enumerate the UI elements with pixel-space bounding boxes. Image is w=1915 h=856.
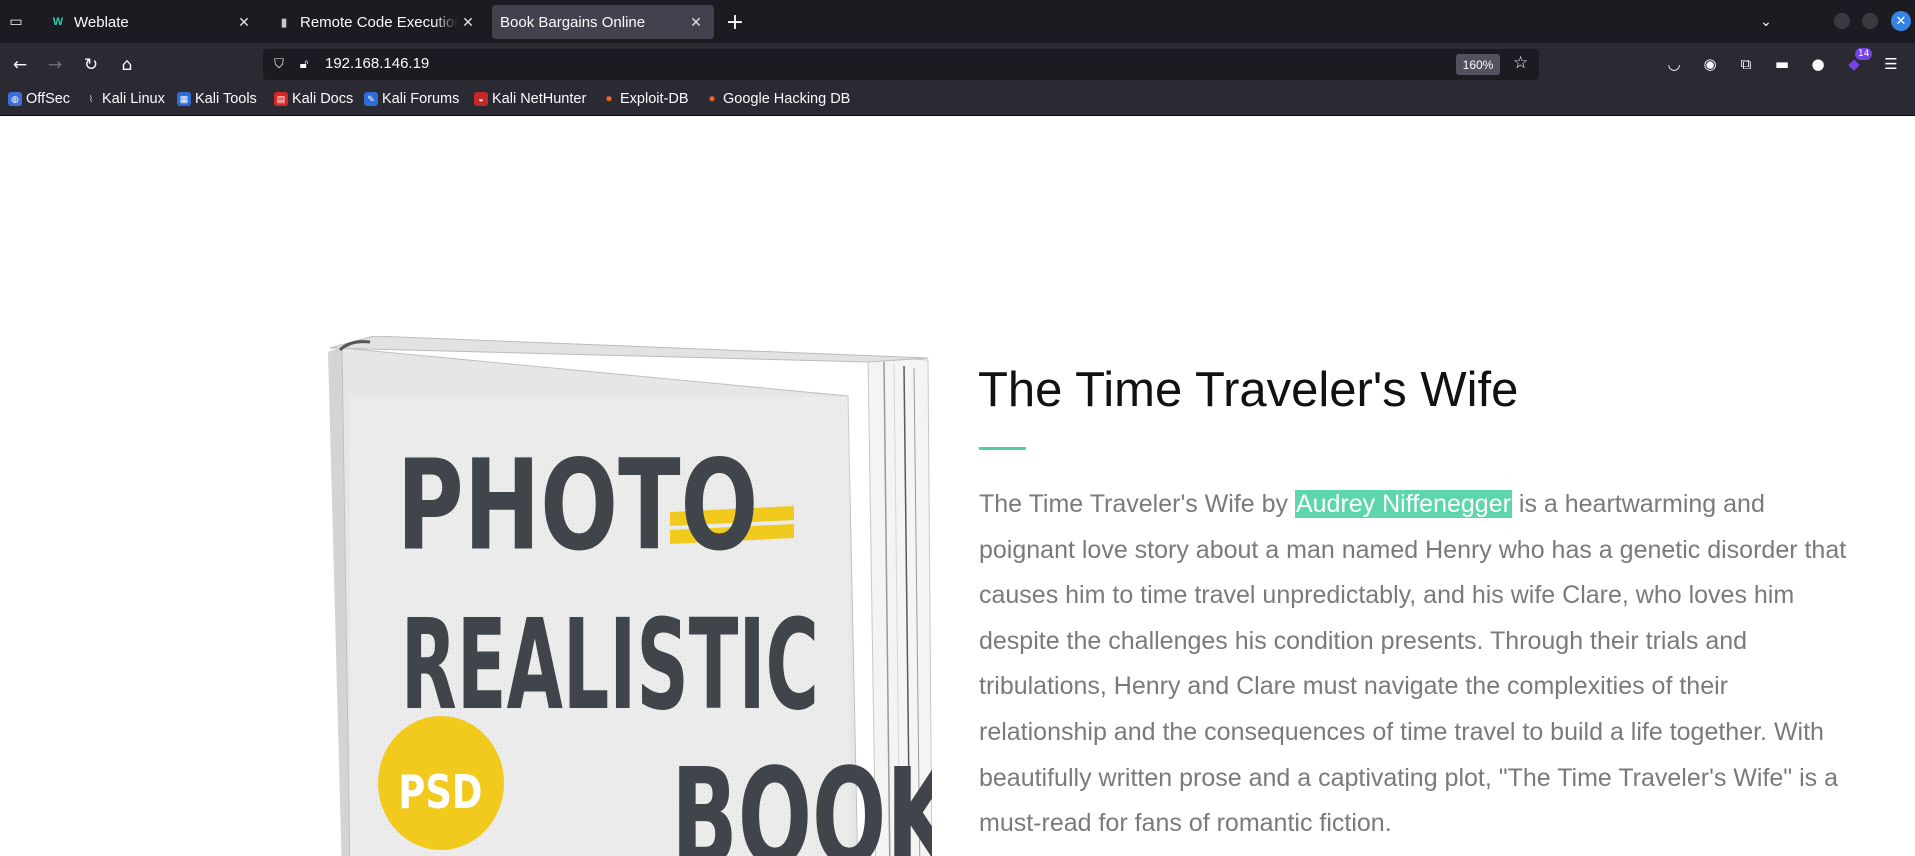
- close-icon[interactable]: ✕: [458, 12, 478, 32]
- description-prefix: The Time Traveler's Wife by: [979, 490, 1295, 518]
- title-divider: [979, 447, 1026, 450]
- kali-tools-icon: ▦: [177, 92, 191, 106]
- tab-title: Remote Code Execution (R: [300, 13, 458, 31]
- bookmark-label: Exploit-DB: [620, 91, 689, 107]
- reload-button[interactable]: ↻: [78, 52, 104, 78]
- navigation-toolbar: ← → ↻ ⌂ ⛉ 🔓︎ 192.168.146.19 160% ☆ ◡ ◉ ⧉…: [0, 43, 1915, 86]
- home-button[interactable]: ⌂: [114, 52, 140, 78]
- zoom-level-badge[interactable]: 160%: [1456, 54, 1500, 75]
- bookmark-label: Kali Docs: [292, 91, 354, 107]
- tab-weblate[interactable]: W Weblate ✕: [42, 5, 262, 39]
- extension-cookie-icon[interactable]: ●: [1807, 53, 1829, 75]
- weblate-icon: W: [52, 16, 64, 28]
- bookmark-label: Kali NetHunter: [492, 91, 587, 107]
- bookmark-label: OffSec: [26, 91, 71, 107]
- cover-badge: PSD: [398, 765, 482, 819]
- bookmark-kali-forums[interactable]: ✎ Kali Forums: [364, 91, 459, 107]
- url-text[interactable]: 192.168.146.19: [325, 55, 429, 72]
- tab-book-bargains[interactable]: Book Bargains Online ✕: [492, 5, 714, 39]
- tab-title: Weblate: [74, 13, 129, 31]
- list-all-tabs-icon[interactable]: ⌄: [1754, 10, 1778, 34]
- page-content: PHOTO REALISTIC BOOK PSD The Time Travel…: [0, 117, 1915, 856]
- bookmark-label: Kali Linux: [102, 91, 165, 107]
- ghdb-icon: ✸: [708, 93, 716, 104]
- tab-title: Book Bargains Online: [500, 13, 646, 31]
- url-bar[interactable]: ⛉ 🔓︎ 192.168.146.19 160% ☆: [263, 49, 1539, 80]
- book-description: The Time Traveler's Wife by Audrey Niffe…: [979, 482, 1859, 847]
- bookmark-star-icon[interactable]: ☆: [1513, 53, 1528, 73]
- lock-icon[interactable]: 🔓︎: [295, 55, 313, 73]
- menu-icon[interactable]: ☰: [1880, 53, 1902, 75]
- bookmark-exploit-db[interactable]: ✸ Exploit-DB: [602, 91, 689, 107]
- bookmark-offsec[interactable]: ◍ OffSec: [8, 91, 70, 107]
- description-body: is a heartwarming and poignant love stor…: [979, 490, 1847, 838]
- cover-line-3: BOOK: [671, 739, 932, 856]
- bookmark-kali-tools[interactable]: ▦ Kali Tools: [177, 91, 257, 107]
- nethunter-icon: ◒: [474, 92, 488, 106]
- bookmark-kali-docs[interactable]: ▤ Kali Docs: [274, 91, 353, 107]
- bookmark-kali-nethunter[interactable]: ◒ Kali NetHunter: [474, 91, 586, 107]
- minimize-button[interactable]: [1834, 13, 1850, 29]
- kali-docs-icon: ▤: [274, 92, 288, 106]
- bookmark-label: Google Hacking DB: [723, 91, 851, 107]
- kali-dragon-icon: ⌇: [88, 93, 94, 104]
- cover-line-2: REALISTIC: [401, 593, 819, 738]
- cover-line-1: PHOTO: [397, 432, 759, 578]
- close-icon[interactable]: ✕: [234, 12, 254, 32]
- back-button[interactable]: ←: [7, 52, 33, 78]
- extension-badge-icon[interactable]: ◆ 14: [1843, 48, 1873, 75]
- bookmark-google-hacking-db[interactable]: ✸ Google Hacking DB: [705, 91, 850, 107]
- bookmark-label: Kali Tools: [195, 91, 257, 107]
- extension-badge-count: 14: [1855, 48, 1873, 60]
- bookmark-label: Kali Forums: [382, 91, 460, 107]
- tab-remote-code-execution[interactable]: ▮ Remote Code Execution (R ✕: [268, 5, 486, 39]
- exploit-db-icon: ✸: [605, 93, 613, 104]
- kali-forums-icon: ✎: [364, 92, 378, 106]
- firefox-view-icon[interactable]: ▭: [4, 10, 28, 34]
- account-icon[interactable]: ◉: [1699, 53, 1721, 75]
- pocket-icon[interactable]: ◡: [1663, 53, 1685, 75]
- bookmarks-toolbar: ◍ OffSec ⌇ Kali Linux ▦ Kali Tools ▤ Kal…: [0, 86, 1915, 116]
- tab-bar: ▭ W Weblate ✕ ▮ Remote Code Execution (R…: [0, 0, 1915, 43]
- close-icon[interactable]: ✕: [686, 12, 706, 32]
- maximize-button[interactable]: [1862, 13, 1878, 29]
- new-tab-button[interactable]: +: [722, 9, 748, 35]
- author-name-highlighted[interactable]: Audrey Niffenegger: [1294, 490, 1512, 518]
- shield-icon[interactable]: ⛉: [270, 55, 288, 73]
- forward-button[interactable]: →: [42, 52, 68, 78]
- extension-hat-icon[interactable]: ▬: [1771, 53, 1793, 75]
- offsec-icon: ◍: [8, 92, 22, 106]
- extensions-icon[interactable]: ⧉: [1735, 53, 1757, 75]
- exploit-icon: ▮: [280, 16, 288, 29]
- window-close-button[interactable]: ✕: [1891, 11, 1911, 31]
- bookmark-kali-linux[interactable]: ⌇ Kali Linux: [84, 91, 165, 107]
- book-cover-image: PHOTO REALISTIC BOOK PSD: [328, 336, 932, 856]
- book-title: The Time Traveler's Wife: [978, 363, 1519, 417]
